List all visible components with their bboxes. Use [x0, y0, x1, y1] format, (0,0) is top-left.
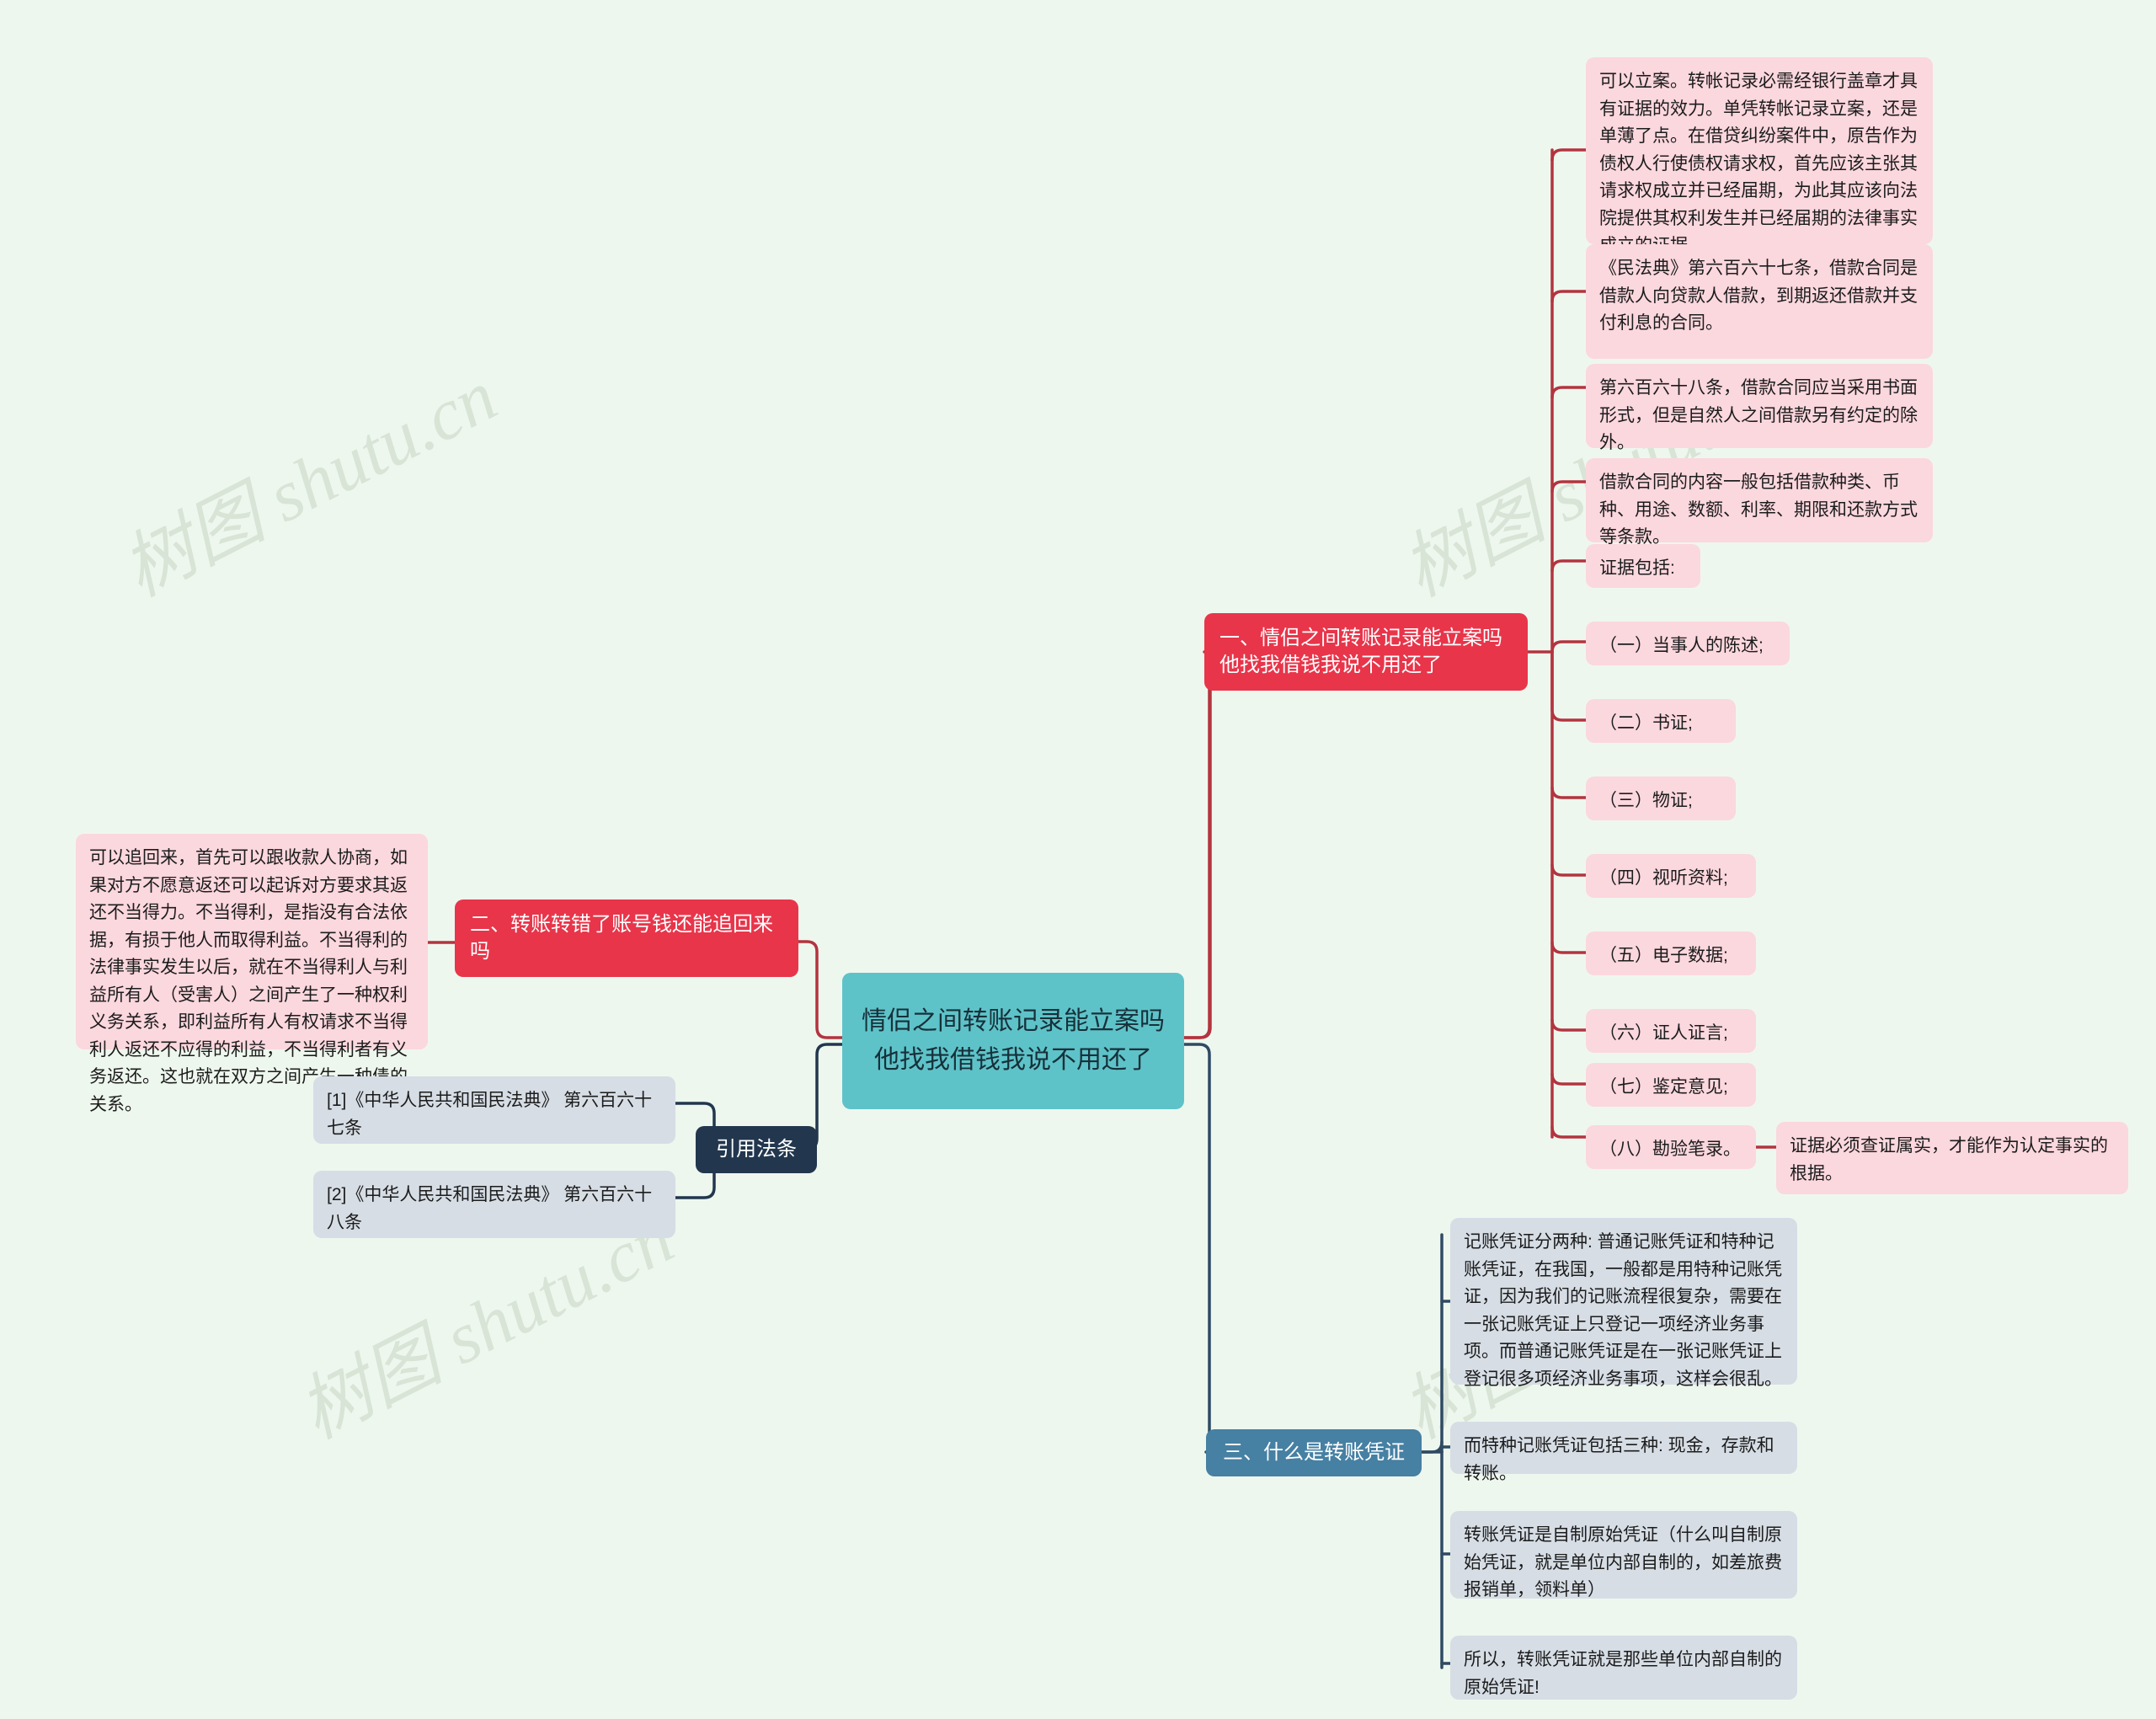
- citation-item[interactable]: [1]《中华人民共和国民法典》 第六百六十七条: [313, 1076, 675, 1144]
- leaf-node[interactable]: （六）证人证言;: [1586, 1009, 1756, 1053]
- leaf-node[interactable]: 所以，转账凭证就是那些单位内部自制的原始凭证!: [1450, 1636, 1797, 1700]
- root-node[interactable]: 情侣之间转账记录能立案吗他找我借钱我说不用还了: [842, 973, 1184, 1109]
- branch-node-1[interactable]: 一、情侣之间转账记录能立案吗他找我借钱我说不用还了: [1204, 613, 1528, 691]
- branch-node-2[interactable]: 二、转账转错了账号钱还能追回来吗: [455, 900, 798, 977]
- leaf-node[interactable]: 记账凭证分两种: 普通记账凭证和特种记账凭证，在我国，一般都是用特种记账凭证，因…: [1450, 1218, 1797, 1389]
- leaf-node[interactable]: （五）电子数据;: [1586, 932, 1756, 975]
- leaf-node[interactable]: （二）书证;: [1586, 699, 1736, 743]
- leaf-node[interactable]: 而特种记账凭证包括三种: 现金，存款和转账。: [1450, 1422, 1797, 1483]
- leaf-node[interactable]: 证据包括:: [1586, 544, 1700, 588]
- leaf-node[interactable]: 可以立案。转帐记录必需经银行盖章才具有证据的效力。单凭转帐记录立案，还是单薄了点…: [1586, 57, 1933, 255]
- leaf-node[interactable]: 转账凭证是自制原始凭证（什么叫自制原始凭证，就是单位内部自制的，如差旅费报销单，…: [1450, 1511, 1797, 1599]
- leaf-node[interactable]: 《民法典》第六百六十七条，借款合同是借款人向贷款人借款，到期返还借款并支付利息的…: [1586, 244, 1933, 359]
- branch-node-citations[interactable]: 引用法条: [696, 1126, 817, 1173]
- leaf-node[interactable]: 可以追回来，首先可以跟收款人协商，如果对方不愿意返还可以起诉对方要求其返还不当得…: [76, 834, 428, 1114]
- leaf-node[interactable]: （一）当事人的陈述;: [1586, 622, 1790, 665]
- leaf-node[interactable]: （四）视听资料;: [1586, 854, 1756, 898]
- watermark: 树图 shutu.cn: [109, 355, 509, 612]
- leaf-node[interactable]: 证据必须查证属实，才能作为认定事实的根据。: [1776, 1122, 2128, 1194]
- leaf-node[interactable]: （七）鉴定意见;: [1586, 1063, 1756, 1107]
- leaf-node[interactable]: （三）物证;: [1586, 777, 1736, 820]
- leaf-node[interactable]: 第六百六十八条，借款合同应当采用书面形式，但是自然人之间借款另有约定的除外。: [1586, 364, 1933, 452]
- leaf-node[interactable]: 借款合同的内容一般包括借款种类、币种、用途、数额、利率、期限和还款方式等条款。: [1586, 458, 1933, 547]
- citation-item[interactable]: [2]《中华人民共和国民法典》 第六百六十八条: [313, 1171, 675, 1238]
- branch-node-3[interactable]: 三、什么是转账凭证: [1206, 1429, 1422, 1476]
- leaf-node[interactable]: （八）勘验笔录。: [1586, 1125, 1756, 1169]
